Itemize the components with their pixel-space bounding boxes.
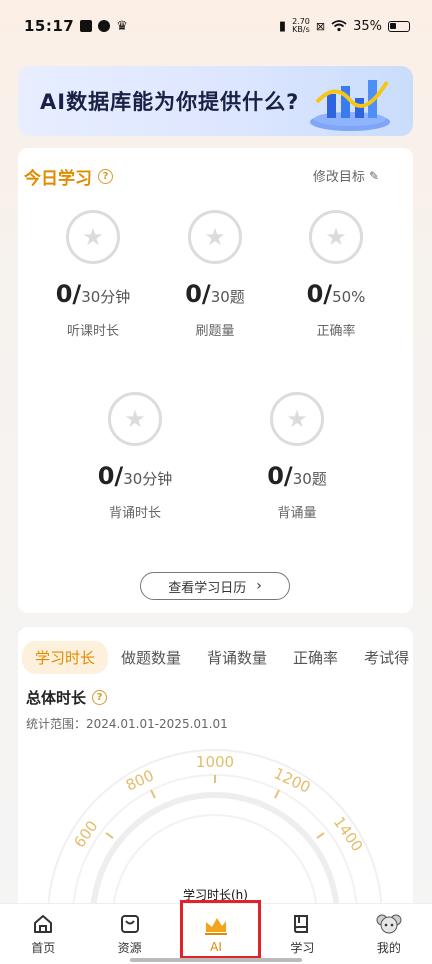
gauge-tick-label: 600 xyxy=(70,817,101,851)
nav-mine-label: 我的 xyxy=(376,940,401,955)
status-bar: 15:17 ♛ ▮ 2.70 KB/s ⊠ 35% xyxy=(0,0,432,52)
tab-study-time[interactable]: 学习时长 xyxy=(22,641,109,674)
today-study-header: 今日学习 ? xyxy=(24,164,113,189)
stat-goal: 30分钟 xyxy=(81,288,131,306)
book-icon xyxy=(294,914,309,933)
bag-icon xyxy=(120,914,139,933)
nav-home-label: 首页 xyxy=(31,940,56,955)
status-time: 15:17 xyxy=(24,17,75,35)
nav-study-label: 学习 xyxy=(290,940,315,955)
stat-value: 0/ xyxy=(306,280,333,308)
stat-label: 听课时长 xyxy=(66,324,119,339)
app-notification-icon xyxy=(98,20,111,32)
chevron-right-icon: › xyxy=(256,578,262,594)
total-time-title: 总体时长 xyxy=(26,689,87,707)
tiktok-icon xyxy=(80,20,93,32)
today-study-title: 今日学习 xyxy=(24,169,92,189)
crown-icon: ♛ xyxy=(116,18,128,34)
home-icon xyxy=(34,914,53,933)
vibrate-icon: ▮ xyxy=(278,18,287,34)
tab-question-count[interactable]: 做题数量 xyxy=(108,641,194,674)
study-stats-panel: 学习时长 做题数量 背诵数量 正确率 考试得 总体时长 ? 统计范围：2024.… xyxy=(18,627,413,917)
pencil-icon: ✎ xyxy=(368,168,379,183)
stat-value: 0/ xyxy=(55,280,82,308)
edit-goal-label: 修改目标 xyxy=(312,170,365,185)
no-sim-icon: ⊠ xyxy=(315,19,326,33)
nav-ai[interactable]: AI xyxy=(173,904,259,964)
help-icon[interactable]: ? xyxy=(98,169,113,184)
stat-label: 背诵量 xyxy=(277,506,317,521)
stat-label: 背诵时长 xyxy=(108,506,161,521)
stats-tabs: 学习时长 做题数量 背诵数量 正确率 考试得 xyxy=(18,641,413,674)
nav-ai-label: AI xyxy=(210,940,222,954)
stat-value: 0/ xyxy=(97,462,124,490)
stat-goal: 30分钟 xyxy=(123,470,173,488)
star-icon: ★ xyxy=(309,210,363,264)
study-calendar-label: 查看学习日历 xyxy=(168,580,247,596)
stat-label: 刷题量 xyxy=(195,324,235,339)
today-study-card: 今日学习 ? 修改目标 ✎ ★ 0/30分钟 听课时长 ★ 0/30题 刷题量 … xyxy=(18,148,413,613)
banner-text: AI数据库能为你提供什么? xyxy=(40,90,300,114)
avatar-icon xyxy=(376,914,402,933)
star-icon: ★ xyxy=(108,392,162,446)
tab-recitation-count[interactable]: 背诵数量 xyxy=(194,641,280,674)
ai-chart-icon xyxy=(205,918,228,935)
nav-mine[interactable]: 我的 xyxy=(346,904,432,964)
stat-goal: 50% xyxy=(332,288,366,306)
nav-resources-label: 资源 xyxy=(117,940,142,955)
bottom-nav: 首页 资源 AI 学习 我的 xyxy=(0,903,432,964)
gauge-tick-label: 1000 xyxy=(196,753,234,771)
gauge-label: 学习时长(h) xyxy=(183,888,248,902)
stat-goal: 30题 xyxy=(292,470,327,488)
wifi-icon xyxy=(331,20,347,32)
stat-value: 0/ xyxy=(267,462,293,490)
stat-label: 正确率 xyxy=(316,324,356,339)
stats-range: 统计范围：2024.01.01-2025.01.01 xyxy=(26,717,228,731)
edit-goal-button[interactable]: 修改目标 ✎ xyxy=(312,166,379,186)
data-chart-illustration-icon xyxy=(310,80,390,131)
battery-percent: 35% xyxy=(353,18,382,34)
ai-database-banner[interactable]: AI数据库能为你提供什么? xyxy=(18,66,413,136)
battery-icon xyxy=(388,20,410,32)
study-calendar-button[interactable]: 查看学习日历 › xyxy=(140,572,290,600)
home-indicator xyxy=(130,958,302,962)
star-icon: ★ xyxy=(188,210,242,264)
stat-value: 0/ xyxy=(185,280,211,308)
stat-goal: 30题 xyxy=(210,288,245,306)
stat-question-count: ★ 0/30题 刷题量 xyxy=(155,210,275,339)
stat-listening-time: ★ 0/30分钟 听课时长 xyxy=(33,210,153,339)
nav-resources[interactable]: 资源 xyxy=(86,904,172,964)
network-speed-unit: KB/s xyxy=(292,25,310,34)
nav-home[interactable]: 首页 xyxy=(0,904,86,964)
nav-study[interactable]: 学习 xyxy=(259,904,345,964)
stat-accuracy: ★ 0/50% 正确率 xyxy=(276,210,396,339)
network-speed: 2.70 KB/s xyxy=(292,18,310,34)
star-icon: ★ xyxy=(66,210,120,264)
total-time-header: 总体时长 ? xyxy=(26,687,108,708)
star-icon: ★ xyxy=(270,392,324,446)
stat-recitation-time: ★ 0/30分钟 背诵时长 xyxy=(75,392,195,521)
tab-exam-score[interactable]: 考试得 xyxy=(351,641,413,674)
stat-recitation-count: ★ 0/30题 背诵量 xyxy=(237,392,357,521)
help-icon[interactable]: ? xyxy=(92,690,108,705)
tab-accuracy[interactable]: 正确率 xyxy=(280,641,351,674)
